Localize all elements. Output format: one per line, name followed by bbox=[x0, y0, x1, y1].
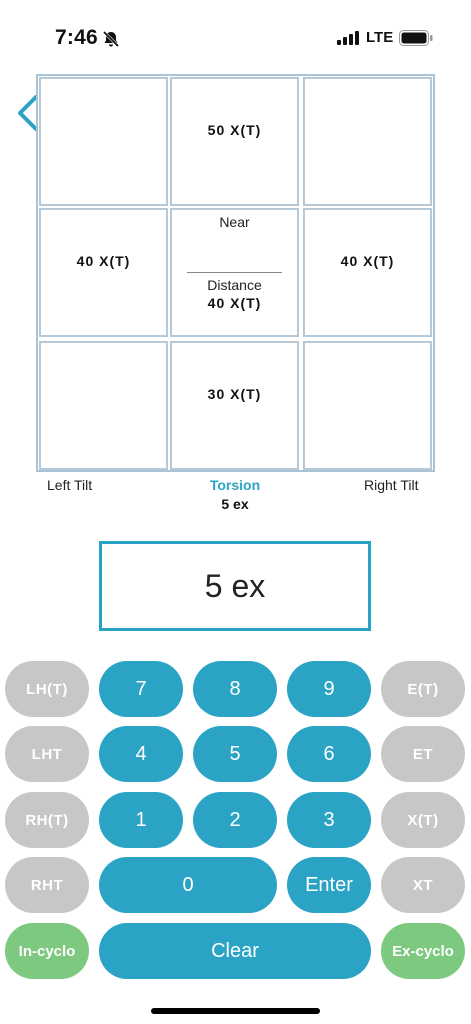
cell-top-right[interactable] bbox=[303, 77, 432, 206]
cell-top-center[interactable]: 50 X(T) bbox=[170, 77, 299, 206]
measurement-grid: 50 X(T) 40 X(T) Near Distance 40 X(T) 40… bbox=[36, 74, 435, 472]
key-6[interactable]: 6 bbox=[287, 726, 371, 782]
key-clear[interactable]: Clear bbox=[99, 923, 371, 979]
key-enter[interactable]: Enter bbox=[287, 857, 371, 913]
key-9[interactable]: 9 bbox=[287, 661, 371, 717]
key-3[interactable]: 3 bbox=[287, 792, 371, 848]
cell-bottom-left[interactable] bbox=[39, 341, 168, 470]
value-display: 5 ex bbox=[99, 541, 371, 631]
key-lh-t[interactable]: LH(T) bbox=[5, 661, 89, 717]
key-incyclo[interactable]: In-cyclo bbox=[5, 923, 89, 979]
status-bar: 7:46 LTE bbox=[0, 0, 471, 60]
key-rht[interactable]: RHT bbox=[5, 857, 89, 913]
cell-middle-right[interactable]: 40 X(T) bbox=[303, 208, 432, 337]
key-xt[interactable]: XT bbox=[381, 857, 465, 913]
cell-middle-left-value: 40 X(T) bbox=[76, 253, 131, 269]
near-label: Near bbox=[219, 214, 250, 230]
key-4[interactable]: 4 bbox=[99, 726, 183, 782]
key-excyclo[interactable]: Ex-cyclo bbox=[381, 923, 465, 979]
key-2[interactable]: 2 bbox=[193, 792, 277, 848]
key-x-t[interactable]: X(T) bbox=[381, 792, 465, 848]
cell-bottom-center-value: 30 X(T) bbox=[207, 386, 262, 402]
torsion-label[interactable]: Torsion bbox=[185, 477, 285, 493]
home-indicator[interactable] bbox=[151, 1008, 320, 1014]
distance-label: Distance bbox=[207, 277, 262, 293]
key-8[interactable]: 8 bbox=[193, 661, 277, 717]
key-e-t[interactable]: E(T) bbox=[381, 661, 465, 717]
near-distance-divider bbox=[187, 272, 282, 273]
key-0[interactable]: 0 bbox=[99, 857, 277, 913]
status-time: 7:46 bbox=[55, 26, 98, 49]
cellular-signal-icon bbox=[337, 31, 359, 45]
key-5[interactable]: 5 bbox=[193, 726, 277, 782]
cell-bottom-right[interactable] bbox=[303, 341, 432, 470]
cell-top-center-value: 50 X(T) bbox=[207, 122, 262, 138]
key-lht[interactable]: LHT bbox=[5, 726, 89, 782]
cell-center[interactable]: Near Distance 40 X(T) bbox=[170, 208, 299, 337]
battery-icon bbox=[399, 30, 433, 46]
distance-value: 40 X(T) bbox=[207, 295, 262, 311]
key-7[interactable]: 7 bbox=[99, 661, 183, 717]
left-tilt-label[interactable]: Left Tilt bbox=[47, 477, 92, 493]
network-type: LTE bbox=[366, 29, 394, 46]
bell-muted-icon bbox=[102, 30, 120, 48]
key-et[interactable]: ET bbox=[381, 726, 465, 782]
key-1[interactable]: 1 bbox=[99, 792, 183, 848]
cell-middle-left[interactable]: 40 X(T) bbox=[39, 208, 168, 337]
cell-bottom-center[interactable]: 30 X(T) bbox=[170, 341, 299, 470]
right-tilt-label[interactable]: Right Tilt bbox=[364, 477, 418, 493]
cell-middle-right-value: 40 X(T) bbox=[340, 253, 395, 269]
key-rh-t[interactable]: RH(T) bbox=[5, 792, 89, 848]
torsion-value: 5 ex bbox=[221, 496, 249, 512]
cell-top-left[interactable] bbox=[39, 77, 168, 206]
